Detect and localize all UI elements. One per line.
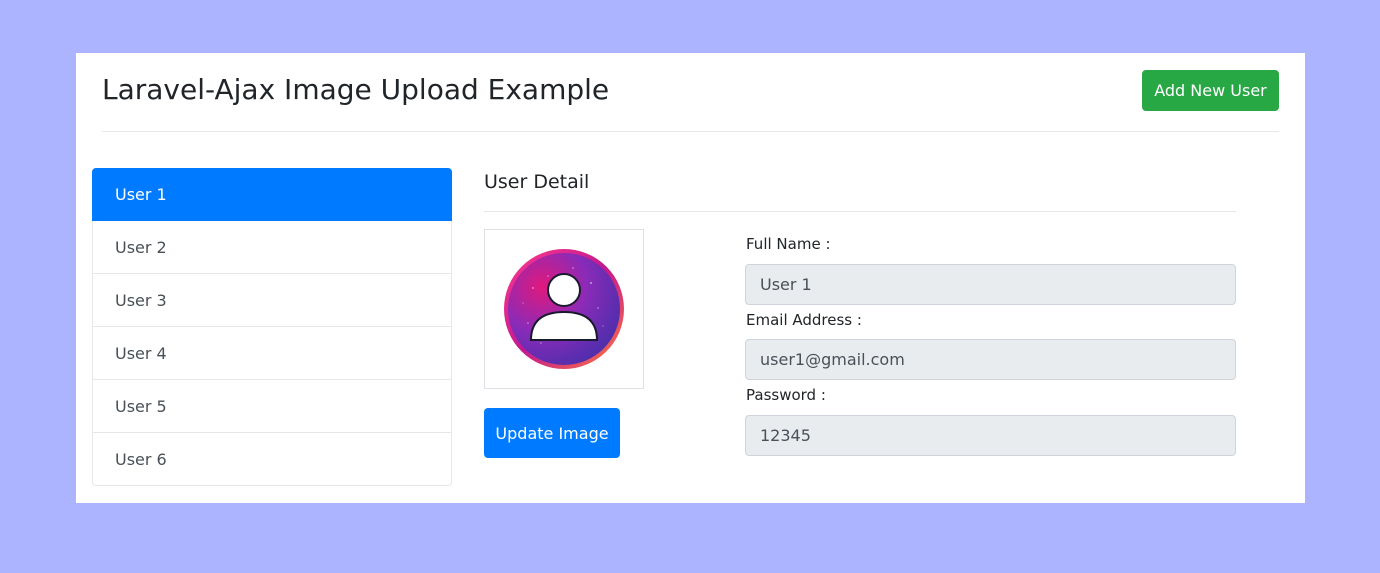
full-name-input[interactable] (745, 264, 1236, 305)
page-title: Laravel-Ajax Image Upload Example (102, 73, 610, 106)
user-list: User 1 User 2 User 3 User 4 User 5 User … (92, 168, 452, 486)
password-label: Password : (746, 386, 826, 404)
user-avatar-icon (504, 249, 624, 369)
password-input[interactable] (745, 415, 1236, 456)
add-new-user-button[interactable]: Add New User (1142, 70, 1279, 111)
email-address-input[interactable] (745, 339, 1236, 380)
full-name-label: Full Name : (746, 235, 831, 253)
header-divider (102, 131, 1279, 132)
user-list-item-1[interactable]: User 1 (92, 168, 452, 221)
user-image-thumbnail (484, 229, 644, 389)
detail-divider (484, 211, 1236, 212)
update-image-button[interactable]: Update Image (484, 408, 620, 458)
user-detail-title: User Detail (484, 171, 590, 193)
email-address-label: Email Address : (746, 311, 862, 329)
user-list-item-5[interactable]: User 5 (92, 380, 452, 433)
user-list-item-4[interactable]: User 4 (92, 327, 452, 380)
user-list-item-6[interactable]: User 6 (92, 433, 452, 486)
user-list-item-3[interactable]: User 3 (92, 274, 452, 327)
main-card: Laravel-Ajax Image Upload Example Add Ne… (76, 53, 1305, 503)
user-list-item-2[interactable]: User 2 (92, 221, 452, 274)
